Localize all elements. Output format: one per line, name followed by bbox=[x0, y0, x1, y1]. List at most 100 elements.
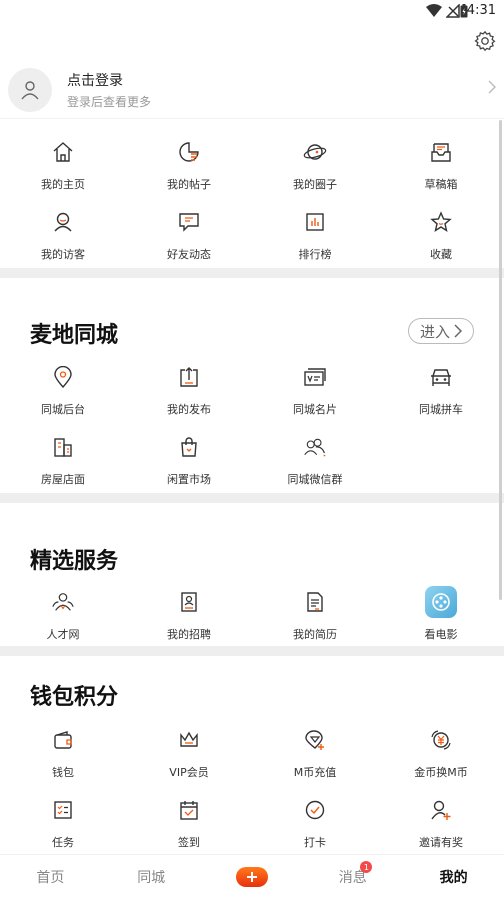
city-backend-item[interactable]: 同城后台 bbox=[0, 357, 126, 427]
wifi-icon bbox=[426, 4, 442, 17]
item-label: 草稿箱 bbox=[424, 178, 458, 191]
tab-label: 同城 bbox=[137, 869, 166, 886]
crown-icon bbox=[177, 728, 201, 752]
talent-net-item[interactable]: 人才网 bbox=[0, 582, 126, 652]
star-icon bbox=[429, 210, 453, 234]
item-label: 签到 bbox=[178, 836, 200, 849]
check-icon bbox=[303, 798, 327, 822]
tab-messages[interactable]: 消息 1 bbox=[302, 855, 403, 897]
gear-icon bbox=[474, 30, 496, 52]
item-label: 排行榜 bbox=[298, 248, 332, 261]
item-label: 看电影 bbox=[424, 628, 458, 641]
calendar-icon bbox=[177, 798, 201, 822]
message-badge: 1 bbox=[360, 861, 373, 873]
film-icon bbox=[425, 586, 457, 618]
item-label: VIP会员 bbox=[169, 766, 209, 779]
tab-publish[interactable] bbox=[202, 855, 303, 897]
scrollbar[interactable] bbox=[499, 120, 502, 600]
section-gap bbox=[0, 646, 504, 656]
document-icon bbox=[303, 590, 327, 614]
item-label: 我的主页 bbox=[41, 178, 85, 191]
services-grid-row: 人才网 我的招聘 我的简历 看电影 bbox=[0, 582, 504, 652]
wallet-section-title: 钱包积分 bbox=[30, 685, 119, 710]
my-publish-item[interactable]: 我的发布 bbox=[126, 357, 252, 427]
item-label: 任务 bbox=[52, 836, 74, 849]
coin-icon bbox=[429, 728, 453, 752]
section-gap bbox=[0, 268, 504, 278]
favorites-item[interactable]: 收藏 bbox=[378, 202, 504, 272]
settings-button[interactable] bbox=[474, 30, 496, 52]
item-label: 同城后台 bbox=[41, 403, 85, 416]
wallet-grid-row-2: 任务 签到 打卡 邀请有奖 bbox=[0, 790, 504, 860]
house-shop-item[interactable]: 房屋店面 bbox=[0, 427, 126, 497]
city-grid-row-2: 房屋店面 闲置市场 同城微信群 bbox=[0, 427, 504, 497]
signal-icon bbox=[446, 4, 460, 18]
tab-label: 首页 bbox=[36, 869, 65, 886]
mcoin-recharge-item[interactable]: M币充值 bbox=[252, 720, 378, 790]
visitor-icon bbox=[51, 210, 75, 234]
chevron-right-icon bbox=[488, 80, 496, 94]
login-title[interactable]: 点击登录 bbox=[67, 70, 123, 90]
card-icon bbox=[303, 365, 327, 389]
enter-city-button[interactable]: 进入 bbox=[408, 318, 474, 344]
my-homepage-item[interactable]: 我的主页 bbox=[0, 132, 126, 202]
invite-reward-item[interactable]: 邀请有奖 bbox=[378, 790, 504, 860]
car-icon bbox=[429, 365, 453, 389]
chart-icon bbox=[303, 210, 327, 234]
status-bar: 4:31 bbox=[0, 0, 504, 24]
sign-in-item[interactable]: 签到 bbox=[126, 790, 252, 860]
section-gap bbox=[0, 493, 504, 503]
tab-home[interactable]: 首页 bbox=[0, 855, 101, 897]
item-label: 我的简历 bbox=[293, 628, 337, 641]
enter-label: 进入 bbox=[419, 322, 450, 341]
my-posts-item[interactable]: 我的帖子 bbox=[126, 132, 252, 202]
my-circles-item[interactable]: 我的圈子 bbox=[252, 132, 378, 202]
item-label: M币充值 bbox=[293, 766, 337, 779]
my-resume-item[interactable]: 我的简历 bbox=[252, 582, 378, 652]
tasks-item[interactable]: 任务 bbox=[0, 790, 126, 860]
wallet-item[interactable]: 钱包 bbox=[0, 720, 126, 790]
wallet-grid-row-1: 钱包 VIP会员 M币充值 金币换M币 bbox=[0, 720, 504, 790]
publish-icon bbox=[177, 365, 201, 389]
planet-icon bbox=[303, 140, 327, 164]
bag-icon bbox=[177, 435, 201, 459]
avatar[interactable] bbox=[8, 68, 52, 112]
tab-label: 我的 bbox=[439, 869, 468, 886]
item-label: 金币换M币 bbox=[414, 766, 468, 779]
item-label: 房屋店面 bbox=[41, 473, 85, 486]
city-grid-row-1: 同城后台 我的发布 同城名片 同城拼车 bbox=[0, 357, 504, 427]
my-visitors-item[interactable]: 我的访客 bbox=[0, 202, 126, 272]
friends-feed-item[interactable]: 好友动态 bbox=[126, 202, 252, 272]
drafts-item[interactable]: 草稿箱 bbox=[378, 132, 504, 202]
item-label: 同城名片 bbox=[293, 403, 337, 416]
chevron-right-icon bbox=[454, 324, 462, 338]
gold-exchange-item[interactable]: 金币换M币 bbox=[378, 720, 504, 790]
my-recruitment-item[interactable]: 我的招聘 bbox=[126, 582, 252, 652]
city-section-title: 麦地同城 bbox=[30, 323, 119, 348]
vip-item[interactable]: VIP会员 bbox=[126, 720, 252, 790]
city-card-item[interactable]: 同城名片 bbox=[252, 357, 378, 427]
item-label: 闲置市场 bbox=[167, 473, 211, 486]
tab-mine[interactable]: 我的 bbox=[403, 855, 504, 897]
watch-movie-item[interactable]: 看电影 bbox=[378, 582, 504, 652]
carpool-item[interactable]: 同城拼车 bbox=[378, 357, 504, 427]
item-label: 邀请有奖 bbox=[419, 836, 463, 849]
leaderboard-item[interactable]: 排行榜 bbox=[252, 202, 378, 272]
resume-icon bbox=[177, 590, 201, 614]
item-label: 同城拼车 bbox=[419, 403, 463, 416]
plus-icon bbox=[246, 871, 257, 882]
tab-city[interactable]: 同城 bbox=[101, 855, 202, 897]
item-label: 我的圈子 bbox=[293, 178, 337, 191]
secondhand-market-item[interactable]: 闲置市场 bbox=[126, 427, 252, 497]
location-icon bbox=[51, 365, 75, 389]
city-wechat-group-item[interactable]: 同城微信群 bbox=[252, 427, 378, 497]
check-in-item[interactable]: 打卡 bbox=[252, 790, 378, 860]
item-label: 打卡 bbox=[304, 836, 326, 849]
divider bbox=[0, 118, 504, 119]
item-label: 同城微信群 bbox=[287, 473, 343, 486]
chat-icon bbox=[177, 210, 201, 234]
group-icon bbox=[303, 435, 327, 459]
publish-button[interactable] bbox=[235, 866, 268, 887]
login-row[interactable]: 点击登录 登录后查看更多 bbox=[0, 60, 504, 118]
item-label: 我的帖子 bbox=[167, 178, 211, 191]
